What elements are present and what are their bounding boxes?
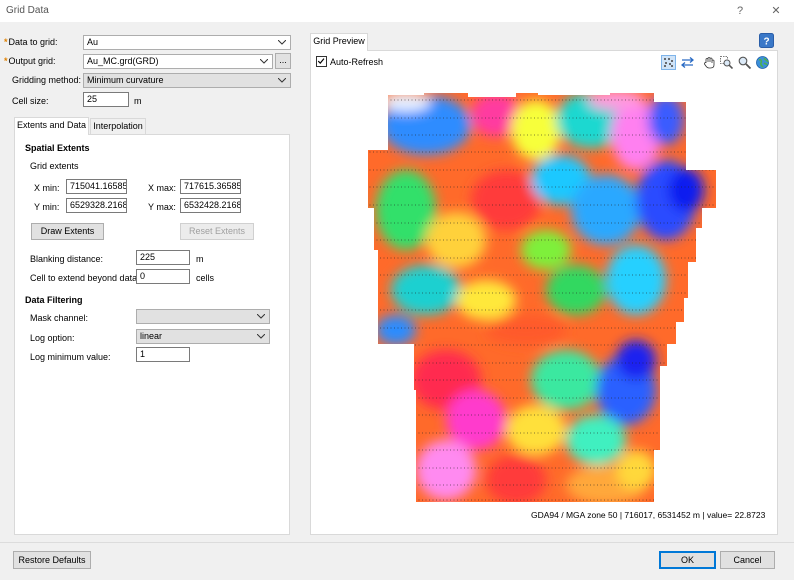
log-option-label: Log option: [30, 333, 75, 343]
mask-channel-label: Mask channel: [30, 313, 89, 323]
ymin-label: Y min: [34, 202, 60, 212]
output-grid-select[interactable]: Au_MC.grd(GRD) [83, 54, 273, 69]
data-filtering-heading: Data Filtering [25, 295, 83, 305]
close-button[interactable]: ✕ [766, 3, 786, 19]
restore-defaults-button[interactable]: Restore Defaults [13, 551, 91, 569]
chevron-down-icon [276, 36, 288, 49]
grid-extents-label: Grid extents [30, 161, 79, 171]
cell-size-label: Cell size: [12, 96, 49, 106]
log-option-select[interactable]: linear [136, 329, 270, 344]
blanking-distance-input[interactable]: 225 [136, 250, 190, 265]
zoom-icon[interactable] [737, 55, 752, 70]
cancel-button[interactable]: Cancel [720, 551, 775, 569]
ymin-input[interactable]: 6529328.2168 [66, 198, 127, 213]
browse-button[interactable]: ... [275, 53, 291, 69]
xmin-label: X min: [34, 183, 60, 193]
stretch-icon[interactable] [680, 55, 695, 70]
chevron-down-icon [258, 55, 270, 68]
gridding-method-select[interactable]: Minimum curvature [83, 73, 291, 88]
tab-interpolation[interactable]: Interpolation [90, 118, 146, 135]
draw-extents-button[interactable]: Draw Extents [31, 223, 104, 240]
extend-beyond-label: Cell to extend beyond data: [30, 273, 140, 283]
check-icon [317, 58, 325, 64]
grid-preview-image [368, 93, 716, 502]
tab-grid-preview[interactable]: Grid Preview [310, 33, 368, 51]
zoom-region-icon[interactable] [719, 55, 734, 70]
title-bar: Grid Data ? ✕ [0, 0, 794, 22]
ymax-input[interactable]: 6532428.2168 [180, 198, 241, 213]
help-button[interactable]: ? [730, 3, 750, 19]
ymax-label: Y max: [148, 202, 176, 212]
dots-icon[interactable] [661, 55, 676, 70]
log-minimum-label: Log minimum value: [30, 352, 111, 362]
extend-beyond-unit: cells [196, 273, 215, 283]
window-title: Grid Data [6, 5, 49, 16]
footer-divider [0, 542, 794, 543]
data-to-grid-label: *Data to grid: [4, 37, 58, 47]
cell-size-input[interactable]: 25 [83, 92, 129, 107]
reset-extents-button[interactable]: Reset Extents [180, 223, 254, 240]
mask-channel-select[interactable] [136, 309, 270, 324]
blanking-distance-label: Blanking distance: [30, 254, 104, 264]
pan-hand-icon[interactable] [702, 55, 717, 70]
xmax-label: X max: [148, 183, 177, 193]
cell-size-unit: m [134, 96, 142, 106]
help-icon[interactable]: ? [759, 33, 774, 48]
xmax-input[interactable]: 717615.36585 [180, 179, 241, 194]
chevron-down-icon [255, 310, 267, 323]
log-minimum-input[interactable]: 1 [136, 347, 190, 362]
svg-text:?: ? [763, 37, 769, 48]
globe-icon[interactable] [755, 55, 770, 70]
xmin-input[interactable]: 715041.16585 [66, 179, 127, 194]
auto-refresh-label: Auto-Refresh [330, 57, 384, 67]
chevron-down-icon [255, 330, 267, 343]
ok-button[interactable]: OK [659, 551, 716, 569]
auto-refresh-checkbox[interactable] [316, 56, 327, 67]
output-grid-label: *Output grid: [4, 56, 56, 66]
chevron-down-icon [276, 74, 288, 87]
gridding-method-label: Gridding method: [12, 75, 82, 85]
preview-status-text: GDA94 / MGA zone 50 | 716017, 6531452 m … [531, 510, 766, 520]
extend-beyond-input[interactable]: 0 [136, 269, 190, 284]
tab-extents-and-data[interactable]: Extents and Data [14, 117, 89, 135]
spatial-extents-heading: Spatial Extents [25, 143, 90, 153]
blanking-distance-unit: m [196, 254, 204, 264]
data-to-grid-select[interactable]: Au [83, 35, 291, 50]
